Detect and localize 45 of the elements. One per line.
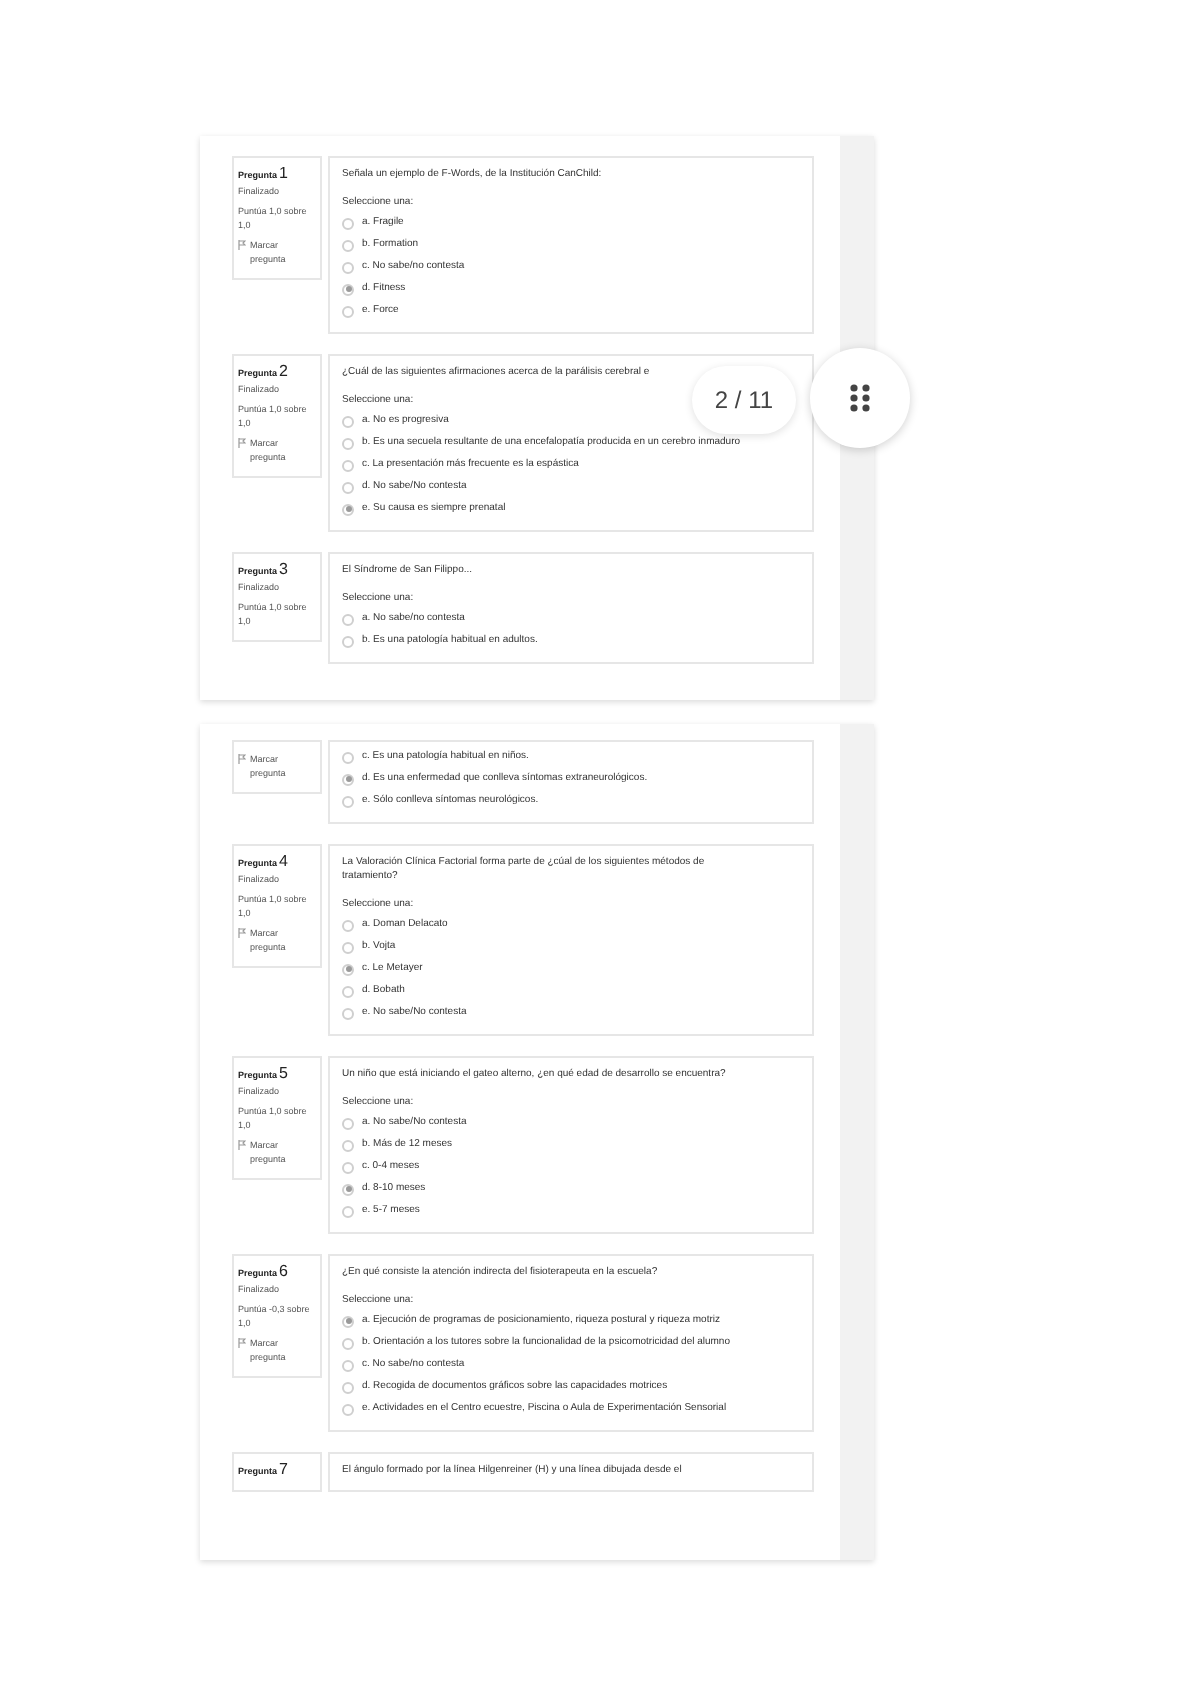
radio-button[interactable] [342,1315,354,1327]
radio-button[interactable] [342,963,354,975]
radio-button[interactable] [342,613,354,625]
flag-icon [238,1140,246,1150]
radio-button[interactable] [342,1183,354,1195]
radio-button[interactable] [342,1381,354,1393]
radio-button[interactable] [342,437,354,449]
radio-button[interactable] [342,1205,354,1217]
radio-button[interactable] [342,751,354,763]
flag-icon [238,928,246,938]
radio-button[interactable] [342,261,354,273]
radio-button[interactable] [342,1161,354,1173]
question-number: 6 [279,1262,288,1280]
radio-button[interactable] [342,1359,354,1371]
question-number: 4 [279,852,288,870]
radio-button[interactable] [342,217,354,229]
radio-button[interactable] [342,795,354,807]
radio-button[interactable] [342,481,354,493]
radio-button[interactable] [342,1117,354,1129]
radio-button[interactable] [342,635,354,647]
radio-button[interactable] [342,283,354,295]
radio-button[interactable] [342,1403,354,1415]
radio-button[interactable] [342,305,354,317]
radio-button[interactable] [342,1139,354,1151]
question-number: 1 [279,164,288,182]
radio-button[interactable] [342,773,354,785]
question-number: 2 [279,362,288,380]
question-number: 7 [279,1460,288,1478]
flag-icon [238,240,246,250]
flag-icon [238,438,246,448]
radio-button[interactable] [342,1007,354,1019]
question-number: 3 [279,560,288,578]
radio-button[interactable] [342,941,354,953]
question-number: 5 [279,1064,288,1082]
flag-icon [238,754,246,764]
radio-button[interactable] [342,503,354,515]
radio-button[interactable] [342,985,354,997]
grid-dots-icon [850,384,870,412]
radio-button[interactable] [342,239,354,251]
flag-icon [238,1338,246,1348]
radio-button[interactable] [342,415,354,427]
radio-button[interactable] [342,459,354,471]
radio-button[interactable] [342,919,354,931]
radio-button[interactable] [342,1337,354,1349]
grid-menu-button[interactable] [810,348,910,448]
